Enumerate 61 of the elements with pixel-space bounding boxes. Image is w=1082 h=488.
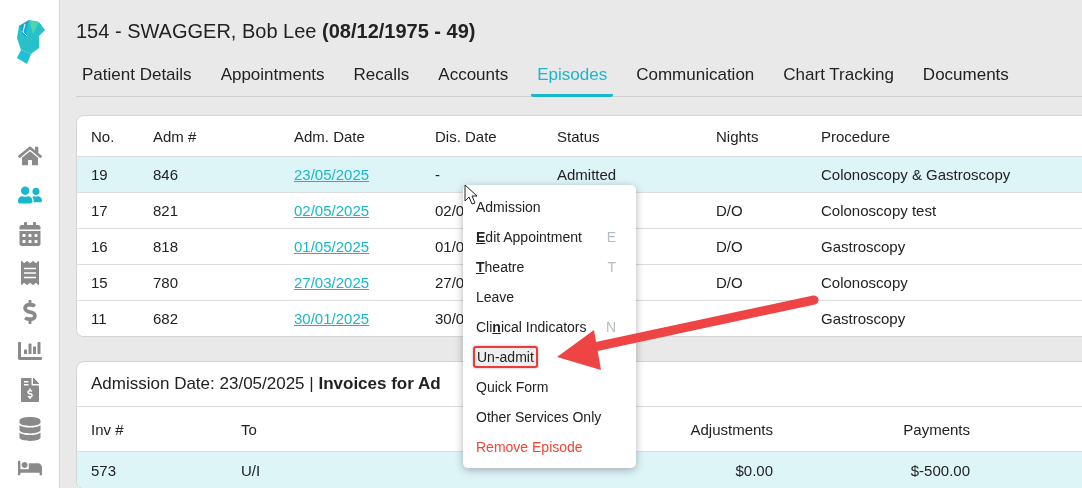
shortcut-key: T	[607, 259, 616, 275]
tab[interactable]: Chart Tracking	[777, 65, 900, 97]
table-cell: 821	[153, 202, 179, 219]
column-header: Adjustments	[689, 420, 773, 438]
shortcut-key: E	[606, 229, 616, 245]
table-cell: 01/0	[435, 238, 465, 255]
tab[interactable]: Communication	[630, 65, 761, 97]
table-cell: D/O	[716, 274, 743, 291]
table-cell: 818	[153, 238, 179, 255]
table-cell: 780	[153, 274, 179, 291]
table-cell: 02/0	[435, 202, 465, 219]
column-header: Payments	[902, 420, 970, 438]
tab[interactable]: Appointments	[214, 65, 331, 97]
column-header: Procedure	[821, 127, 892, 145]
menu-item[interactable]: Leave	[463, 282, 636, 312]
card-title: Admission Date: 23/05/2025 | Invoices for Ad	[91, 374, 441, 394]
table-cell: Gastroscopy	[821, 238, 906, 255]
table-cell: 11	[91, 310, 107, 327]
menu-item[interactable]: Other Services Only	[463, 402, 636, 432]
tab[interactable]: Documents	[916, 65, 1015, 97]
menu-item[interactable]: Un-admit	[463, 342, 636, 372]
menu-item[interactable]: Quick Form	[463, 372, 636, 402]
table-cell: $0.00	[735, 461, 773, 479]
table-row[interactable]: 19 846 23/05/2025 - Admitted Colonoscopy & Gastroscopy	[77, 156, 1082, 192]
tab[interactable]: Accounts	[432, 65, 515, 97]
menu-item[interactable]: Theatre T	[463, 252, 636, 282]
patient-title: 154 - SWAGGER, Bob Lee (08/12/1975 - 49)	[76, 20, 477, 43]
table-cell: -	[435, 166, 440, 183]
table-cell: Colonoscopy test	[821, 202, 937, 219]
table-cell: Admitted	[557, 166, 617, 183]
menu-item[interactable]: Clinical Indicators N	[463, 312, 636, 342]
column-header: Status	[557, 127, 601, 145]
table-cell: 682	[153, 310, 179, 327]
column-header: To	[241, 420, 258, 438]
table-cell: 19	[91, 166, 108, 183]
table-cell: 16	[91, 238, 108, 255]
table-cell: 15	[91, 274, 108, 291]
table-cell: 30/0	[435, 310, 465, 327]
menu-item[interactable]: Edit Appointment E	[463, 222, 636, 252]
table-cell: D/O	[716, 238, 743, 255]
menu-item[interactable]: Admission	[463, 192, 636, 222]
column-header: Adm. Date	[294, 127, 366, 145]
tab[interactable]: Recalls	[347, 65, 416, 97]
shortcut-key: N	[605, 319, 616, 335]
tab[interactable]: Patient Details	[76, 65, 198, 97]
column-header: Nights	[716, 127, 760, 145]
table-cell: 17	[91, 202, 108, 219]
table-cell: D/O	[716, 202, 743, 219]
table-cell: 573	[91, 461, 117, 479]
table-cell: Gastroscopy	[821, 310, 906, 327]
table-cell: $-500.00	[910, 461, 970, 479]
column-header: No.	[91, 127, 116, 145]
table-cell: Colonoscopy	[821, 274, 908, 291]
column-header: Inv #	[91, 420, 125, 438]
dog-logo	[14, 18, 45, 64]
table-cell: U/I	[241, 461, 261, 479]
column-header: Dis. Date	[435, 127, 498, 145]
table-cell: Colonoscopy & Gastroscopy	[821, 166, 1011, 183]
column-header: Adm #	[153, 127, 198, 145]
table-cell: 27/0	[435, 274, 465, 291]
table-cell: 846	[153, 166, 179, 183]
